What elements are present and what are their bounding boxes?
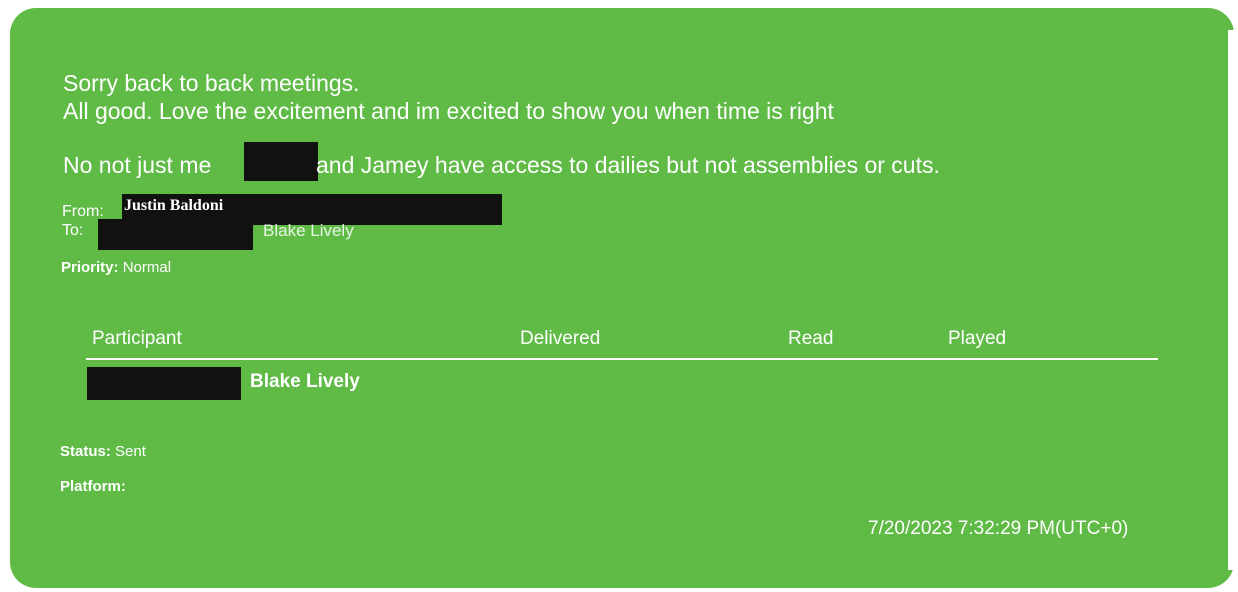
message-line-3-end: and Jamey have access to dailies but not…: [316, 152, 940, 178]
redaction-block: [244, 142, 318, 181]
redaction-block: [87, 367, 241, 400]
status-label: Status:: [60, 443, 111, 460]
column-header-played: Played: [948, 328, 1007, 349]
column-header-delivered: Delivered: [520, 328, 601, 349]
message-line-3-start: No not just me: [63, 152, 212, 178]
priority-label: Priority:: [61, 259, 119, 276]
redaction-block: [98, 219, 253, 250]
platform-label: Platform:: [60, 478, 126, 495]
platform-row: Platform:: [60, 478, 126, 496]
page-edge: [1228, 30, 1238, 570]
status-value: Sent: [115, 443, 146, 460]
message-line-1: Sorry back to back meetings.: [63, 70, 360, 96]
priority-row: Priority: Normal: [61, 259, 171, 277]
message-line-2: All good. Love the excitement and im exc…: [63, 98, 834, 124]
to-name: Blake Lively: [263, 221, 354, 240]
status-row: Status: Sent: [60, 443, 146, 461]
column-header-read: Read: [788, 328, 834, 349]
timestamp: 7/20/2023 7:32:29 PM(UTC+0): [868, 518, 1129, 539]
priority-value: Normal: [122, 259, 172, 276]
column-header-participant: Participant: [92, 328, 182, 349]
to-label: To:: [62, 222, 84, 239]
table-divider: [86, 358, 1158, 360]
from-name: Justin Baldoni: [124, 197, 224, 214]
participant-name: Blake Lively: [250, 371, 360, 392]
screen: Sorry back to back meetings. All good. L…: [0, 0, 1238, 592]
